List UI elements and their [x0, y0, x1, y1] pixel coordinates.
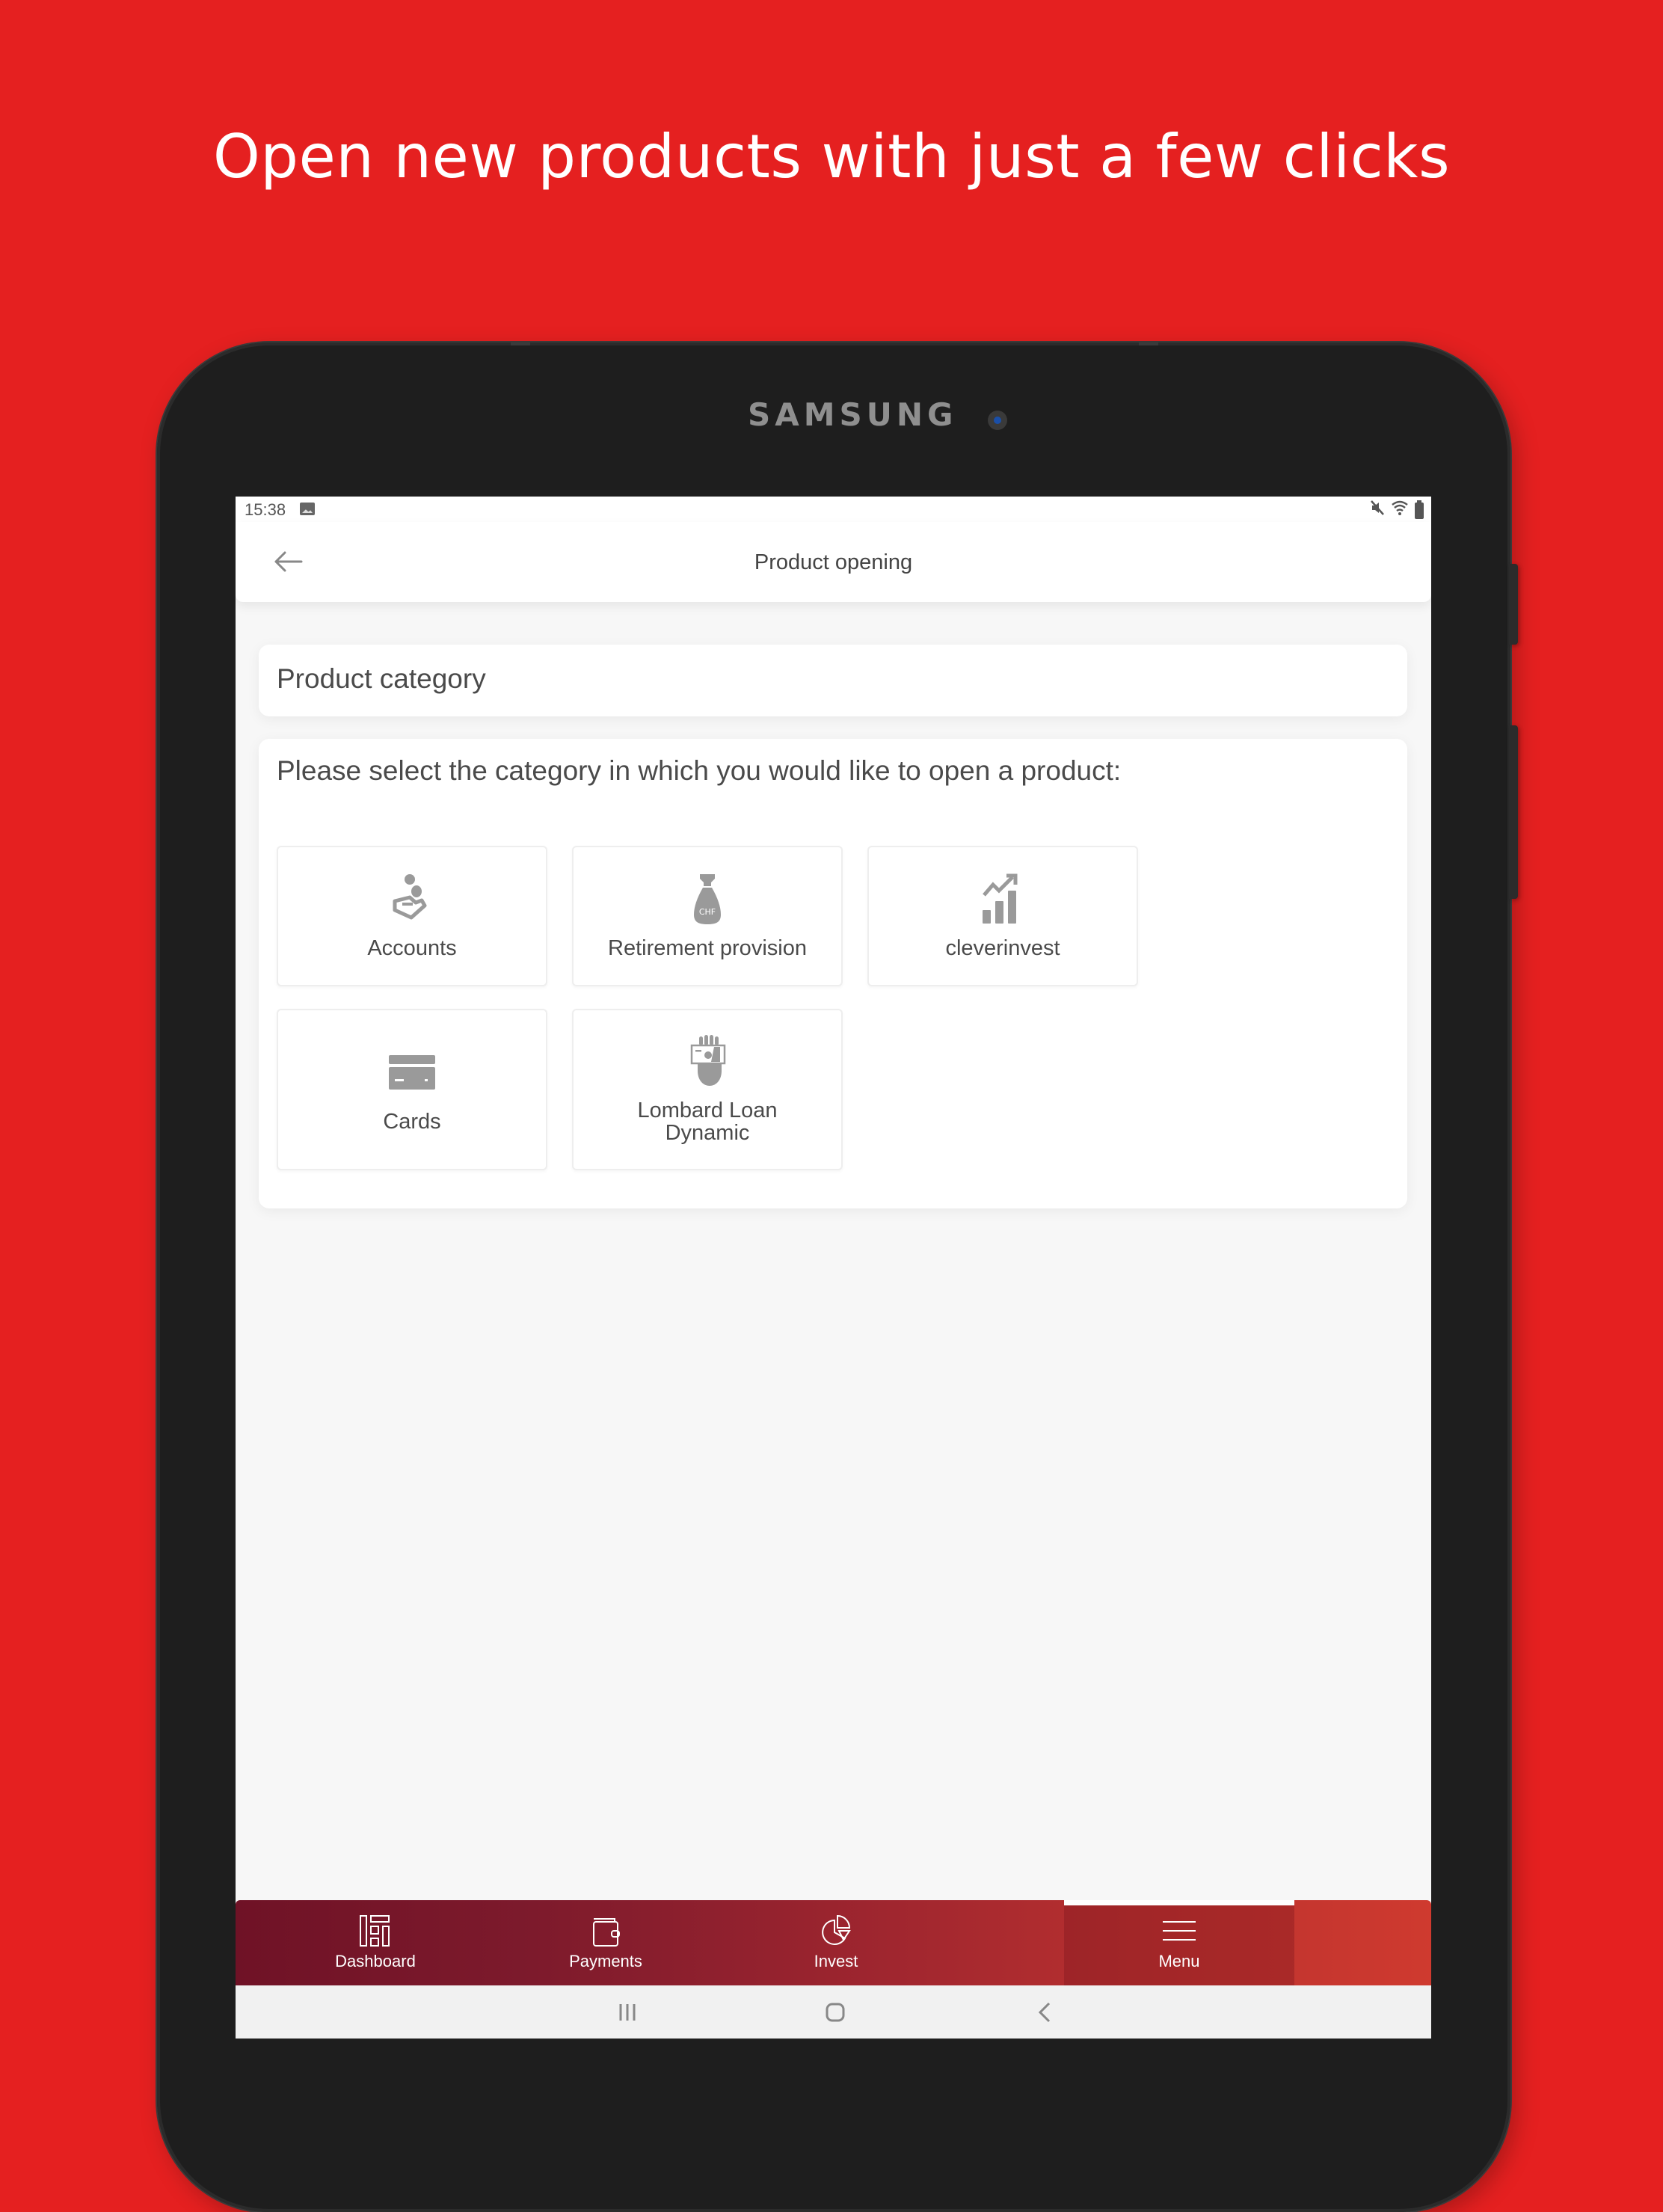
recent-apps-button[interactable]: [611, 1996, 644, 2029]
tile-label-line-1: Lombard Loan: [637, 1099, 778, 1122]
samsung-logo: SAMSUNG: [748, 396, 958, 433]
home-icon: [826, 2003, 845, 2022]
app-bar: Product opening: [236, 522, 1431, 602]
nav-label: Invest: [814, 1952, 858, 1970]
tile-label: Retirement provision: [608, 936, 807, 960]
tile-accounts[interactable]: Accounts: [277, 846, 547, 986]
home-button[interactable]: [819, 1996, 852, 2029]
battery-icon: [1415, 500, 1424, 519]
wifi-icon: [1391, 500, 1409, 521]
credit-card-icon: [389, 1055, 435, 1090]
wallet-icon: [593, 1918, 620, 1947]
nav-payments[interactable]: Payments: [491, 1900, 721, 1985]
bottom-navigation: Dashboard Payments Invest Menu: [236, 1900, 1431, 1985]
pie-chart-icon: [822, 1914, 851, 1945]
tile-cards[interactable]: Cards: [277, 1009, 547, 1170]
front-camera-icon: [988, 411, 1007, 430]
chevron-left-icon: [1038, 2002, 1051, 2023]
product-category-title: Product category: [277, 663, 486, 694]
tablet-screen: 15:38 Product opening Product category P…: [236, 497, 1431, 2039]
system-back-button[interactable]: [1028, 1996, 1061, 2029]
nav-label: Menu: [1158, 1952, 1200, 1970]
growth-chart-icon: [983, 873, 1018, 924]
status-time: 15:38: [245, 500, 286, 519]
chf-money-bag-icon: CHF: [694, 874, 721, 924]
nav-label: Payments: [569, 1952, 642, 1970]
page-title: Product opening: [754, 550, 913, 574]
tile-lombard-loan-dynamic[interactable]: Lombard Loan Dynamic: [572, 1009, 843, 1170]
tile-label: Lombard Loan Dynamic: [637, 1099, 777, 1144]
system-navigation-bar: [236, 1985, 1431, 2039]
hand-coins-icon: [393, 874, 427, 920]
mute-icon: [1370, 500, 1385, 521]
tile-label: Cards: [383, 1110, 441, 1134]
dashboard-icon: [360, 1915, 390, 1947]
promo-headline: Open new products with just a few clicks: [212, 122, 1451, 191]
tile-cleverinvest[interactable]: cleverinvest: [867, 846, 1138, 986]
nav-dashboard[interactable]: Dashboard: [260, 1900, 491, 1985]
category-selection-card: Please select the category in which you …: [259, 739, 1407, 1208]
nav-menu[interactable]: Menu: [1064, 1900, 1294, 1985]
selection-prompt: Please select the category in which you …: [277, 755, 1122, 786]
nav-label: Dashboard: [335, 1952, 416, 1970]
chf-label: CHF: [699, 907, 716, 917]
tile-label-line-2: Dynamic: [665, 1121, 750, 1145]
status-bar: 15:38: [236, 497, 1431, 522]
image-notification-icon: [300, 503, 315, 515]
tile-label: cleverinvest: [945, 936, 1060, 960]
tablet-power-button: [1509, 564, 1518, 645]
tablet-volume-button: [1509, 725, 1518, 899]
hamburger-menu-icon: [1163, 1921, 1196, 1941]
product-category-card: Product category: [259, 645, 1407, 716]
tile-label: Accounts: [367, 936, 457, 960]
tablet-top-button-left: [511, 341, 530, 345]
tablet-top-button-right: [1139, 341, 1158, 345]
hand-banknote-icon: [690, 1035, 726, 1086]
recent-apps-icon: [619, 2004, 636, 2021]
tile-retirement-provision[interactable]: CHF Retirement provision: [572, 846, 843, 986]
nav-invest[interactable]: Invest: [721, 1900, 951, 1985]
